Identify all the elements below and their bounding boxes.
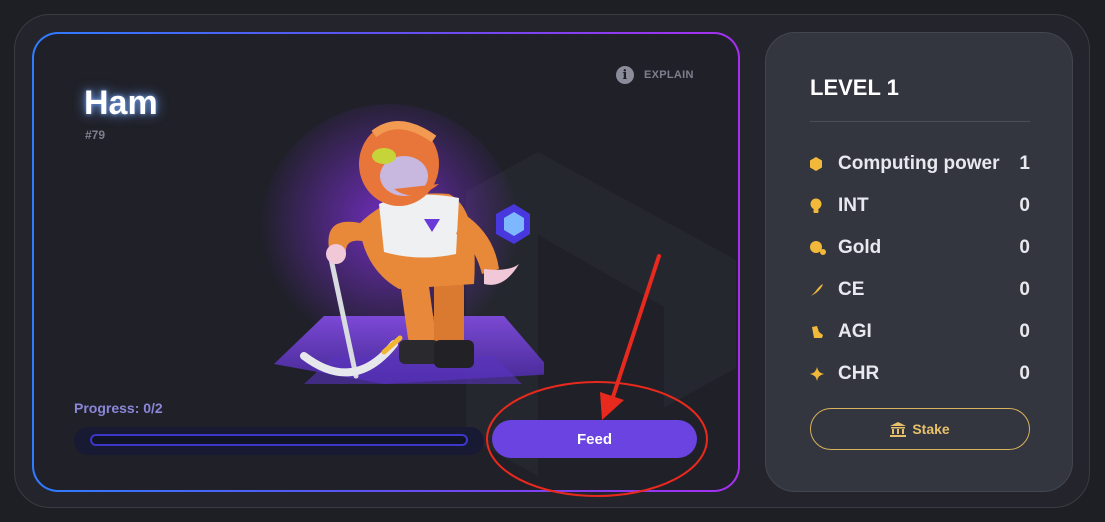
stat-name: Gold — [838, 237, 882, 258]
stat-name: CE — [838, 279, 865, 300]
stat-value: 0 — [1019, 363, 1030, 384]
sparkle-icon — [810, 367, 828, 381]
info-icon: i — [616, 66, 634, 84]
boot-icon — [810, 325, 828, 339]
stat-value: 0 — [1019, 195, 1030, 216]
lightbulb-icon — [810, 198, 828, 214]
nft-character-image — [259, 104, 544, 384]
nft-name: Ham — [84, 84, 158, 122]
bank-icon — [890, 421, 907, 437]
nft-card: Ham #79 i EXPLAIN Progress: 0/2 Feed — [32, 32, 740, 492]
stat-name: AGI — [838, 321, 872, 342]
explain-label: EXPLAIN — [644, 69, 694, 81]
feather-icon — [810, 283, 828, 297]
stat-row-chr: CHR 0 — [810, 353, 1030, 395]
level-title: LEVEL 1 — [810, 75, 899, 100]
stat-name: CHR — [838, 363, 880, 384]
hexagon-icon — [810, 157, 828, 171]
progress-label: Progress: 0/2 — [74, 400, 163, 416]
stake-button[interactable]: Stake — [810, 408, 1030, 450]
stat-row-gold: Gold 0 — [810, 227, 1030, 269]
stat-value: 0 — [1019, 321, 1030, 342]
divider — [810, 121, 1030, 122]
stat-row-ce: CE 0 — [810, 269, 1030, 311]
feed-button[interactable]: Feed — [492, 420, 697, 458]
progress-track — [74, 427, 484, 455]
stat-row-int: INT 0 — [810, 185, 1030, 227]
stat-name: INT — [838, 195, 869, 216]
stake-label: Stake — [912, 421, 950, 437]
stats-panel: LEVEL 1 Computing power 1 INT 0 Gold 0 C… — [765, 32, 1073, 492]
coin-icon — [810, 241, 828, 255]
stat-value: 0 — [1019, 279, 1030, 300]
explain-button[interactable]: i EXPLAIN — [616, 66, 694, 84]
nft-id: #79 — [85, 128, 106, 142]
stat-row-computing-power: Computing power 1 — [810, 143, 1030, 185]
progress-bar — [90, 434, 468, 446]
stat-name: Computing power — [838, 153, 1000, 174]
stat-row-agi: AGI 0 — [810, 311, 1030, 353]
stat-value: 1 — [1019, 153, 1030, 174]
stats-list: Computing power 1 INT 0 Gold 0 CE 0 AGI … — [810, 143, 1030, 395]
stat-value: 0 — [1019, 237, 1030, 258]
